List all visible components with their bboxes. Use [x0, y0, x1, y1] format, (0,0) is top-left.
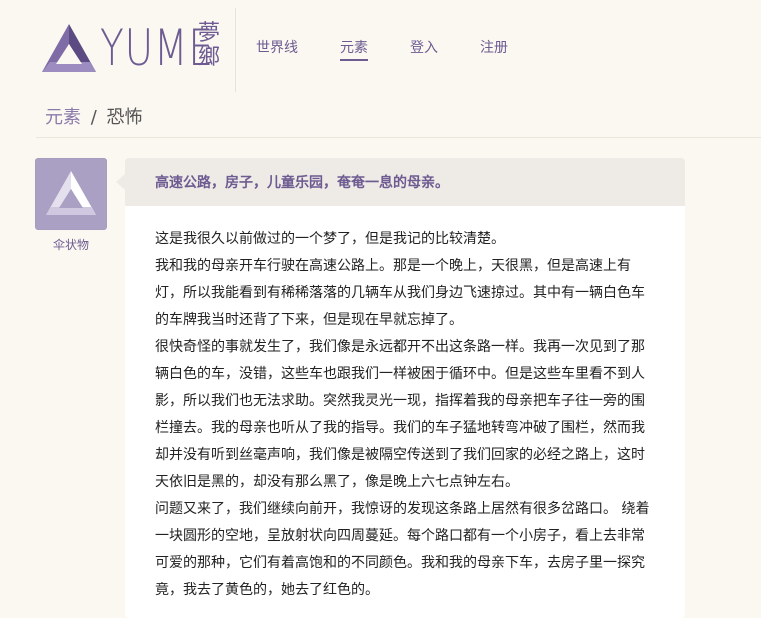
nav-item-elements[interactable]: 元素: [340, 38, 368, 61]
brand-cn: 夢鄉: [198, 21, 221, 70]
nav-item-register[interactable]: 注册: [480, 38, 508, 58]
post-card: 高速公路，房子，儿童乐园，奄奄一息的母亲。 这是我很久以前做过的一个梦了，但是我…: [116, 158, 685, 618]
post-paragraph: 很快奇怪的事就发生了，我们像是永远都开不出这条路一样。我再一次见到了那辆白色的车…: [155, 339, 645, 490]
post-header: 高速公路，房子，儿童乐园，奄奄一息的母亲。: [116, 158, 685, 206]
avatar[interactable]: [35, 158, 107, 230]
breadcrumb-parent-link[interactable]: 元素: [45, 107, 81, 128]
header-divider: [235, 8, 236, 92]
nav-item-login[interactable]: 登入: [410, 38, 438, 58]
post-body: 这是我很久以前做过的一个梦了，但是我记的比较清楚。 我和我的母亲开车行驶在高速公…: [125, 206, 685, 604]
post-paragraph: 我和我的母亲开车行驶在高速公路上。那是一个晚上，天很黑，但是高速上有灯，所以我能…: [155, 258, 645, 328]
post-paragraph: 问题又来了，我们继续向前开，我惊讶的发现这条路上居然有很多岔路口。 绕着一块圆形…: [155, 501, 650, 598]
author-name[interactable]: 伞状物: [35, 236, 107, 253]
breadcrumb-separator: /: [90, 107, 97, 128]
author-card: 伞状物: [35, 158, 107, 253]
section-divider: [36, 137, 761, 138]
breadcrumb: 元素 / 恐怖: [45, 104, 143, 132]
brand-name: YUME: [100, 19, 214, 77]
penrose-triangle-icon: [46, 171, 96, 215]
breadcrumb-current: 恐怖: [106, 107, 143, 128]
penrose-triangle-icon: [42, 24, 96, 72]
nav-item-worldline[interactable]: 世界线: [256, 38, 298, 58]
site-logo[interactable]: YUME 夢鄉: [40, 16, 230, 80]
post-title: 高速公路，房子，儿童乐园，奄奄一息的母亲。: [155, 175, 449, 191]
site-header: YUME 夢鄉 世界线 元素 登入 注册: [0, 0, 761, 100]
post-paragraph: 这是我很久以前做过的一个梦了，但是我记的比较清楚。: [155, 231, 505, 247]
